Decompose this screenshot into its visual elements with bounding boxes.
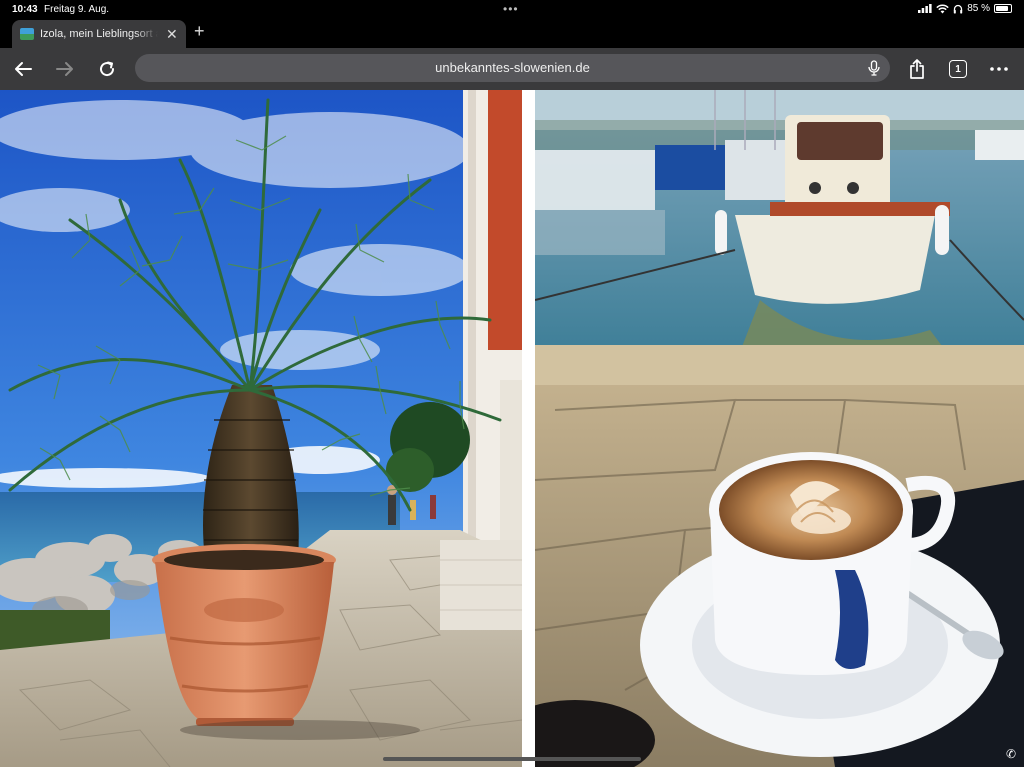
reload-icon [100, 61, 115, 77]
more-dots-icon [990, 67, 1008, 71]
headphones-icon [954, 4, 963, 13]
browser-tab[interactable]: Izola, mein Lieblingsort an der Küste ✕ [12, 20, 186, 48]
arrow-right-icon [56, 62, 73, 76]
status-bar: 10:43 Freitag 9. Aug. ••• 85 % [0, 0, 1024, 18]
share-icon [910, 59, 924, 79]
tab-switcher-button[interactable]: 1 [945, 56, 971, 82]
home-indicator[interactable] [383, 757, 641, 761]
close-tab-icon[interactable]: ✕ [166, 26, 178, 43]
web-content[interactable] [0, 90, 1024, 767]
battery-icon [994, 4, 1012, 13]
battery-level [996, 6, 1008, 11]
arrow-left-icon [15, 62, 32, 76]
new-tab-icon[interactable]: + [194, 21, 205, 42]
microphone-icon[interactable] [868, 60, 880, 76]
multitasking-dots-icon[interactable]: ••• [503, 2, 519, 16]
forward-button[interactable] [52, 56, 78, 82]
wifi-icon [936, 3, 949, 13]
tab-bar: Izola, mein Lieblingsort an der Küste ✕ … [0, 18, 1024, 48]
coffee-photo [535, 90, 1024, 767]
more-menu-button[interactable] [986, 56, 1012, 82]
share-button[interactable] [904, 56, 930, 82]
cellular-icon [918, 4, 932, 13]
palm-photo [0, 90, 522, 767]
status-right: 85 % [918, 3, 1012, 14]
reload-button[interactable] [94, 56, 120, 82]
status-date: Freitag 9. Aug. [44, 4, 110, 15]
address-bar[interactable]: unbekanntes-slowenien.de [135, 54, 890, 82]
tab-title: Izola, mein Lieblingsort an der Küste [40, 28, 158, 40]
address-url[interactable]: unbekanntes-slowenien.de [135, 60, 890, 75]
browser-toolbar: unbekanntes-slowenien.de 1 [0, 48, 1024, 90]
status-time: 10:43 [12, 4, 38, 15]
back-button[interactable] [10, 56, 36, 82]
battery-percent: 85 % [967, 3, 990, 14]
tab-count: 1 [949, 60, 967, 78]
slovenia-favicon-icon [20, 28, 34, 40]
phone-icon: ✆ [1005, 747, 1016, 761]
